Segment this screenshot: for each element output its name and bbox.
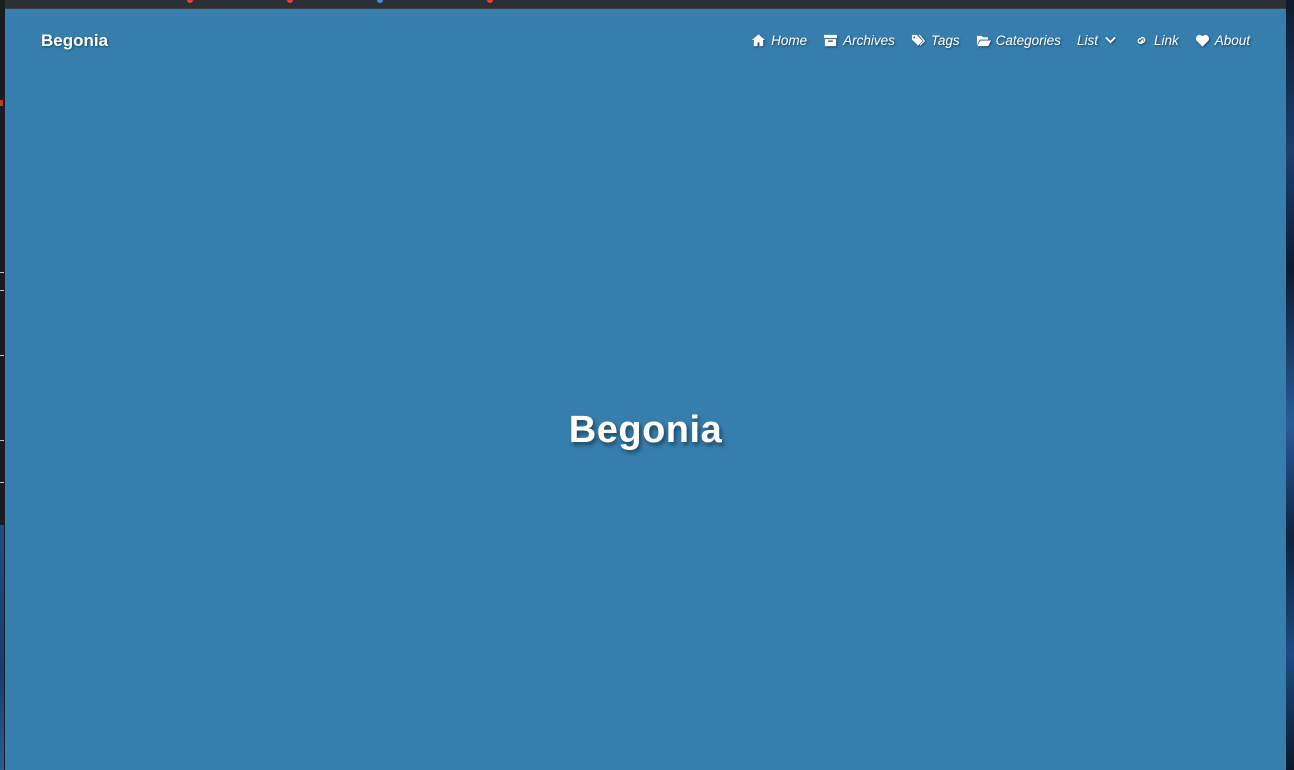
heart-icon xyxy=(1195,33,1210,48)
background-text-fragment xyxy=(0,290,4,291)
background-favicon xyxy=(377,0,383,3)
nav-item-label: Categories xyxy=(995,33,1061,48)
hero-title: Begonia xyxy=(568,409,723,451)
nav-item-label: List xyxy=(1076,33,1098,48)
nav-item-about[interactable]: About xyxy=(1195,33,1250,48)
background-red-mark xyxy=(0,100,3,106)
chevron-down-icon xyxy=(1103,33,1118,48)
tags-icon xyxy=(911,33,926,48)
nav-item-label: Link xyxy=(1153,33,1179,48)
nav-item-label: Home xyxy=(771,33,808,48)
folder-open-icon xyxy=(976,33,991,48)
background-favicon xyxy=(287,0,293,3)
background-window-top-edge xyxy=(5,0,1286,9)
background-text-fragment xyxy=(0,355,4,356)
background-text-fragment xyxy=(0,482,4,483)
blog-page: Begonia Home Archives Tags Categories Li… xyxy=(5,9,1286,770)
nav-item-label: Archives xyxy=(843,33,895,48)
link-icon xyxy=(1134,33,1149,48)
nav-item-label: About xyxy=(1214,33,1250,48)
archive-icon xyxy=(823,33,838,48)
background-favicon xyxy=(487,0,493,3)
nav-item-categories[interactable]: Categories xyxy=(976,33,1061,48)
nav-item-label: Tags xyxy=(930,33,960,48)
home-icon xyxy=(751,33,766,48)
nav-item-list-dropdown[interactable]: List xyxy=(1077,33,1118,48)
background-text-fragment xyxy=(0,440,4,441)
nav-item-tags[interactable]: Tags xyxy=(911,33,960,48)
background-text-fragment xyxy=(0,272,4,273)
site-brand-link[interactable]: Begonia xyxy=(41,31,108,51)
background-favicon xyxy=(187,0,193,3)
background-wallpaper-strip xyxy=(0,525,4,770)
nav-item-link[interactable]: Link xyxy=(1134,33,1179,48)
background-wallpaper-right-edge xyxy=(1286,0,1294,770)
navbar: Begonia Home Archives Tags Categories Li… xyxy=(5,9,1286,73)
main-nav: Home Archives Tags Categories List Link … xyxy=(751,33,1250,48)
nav-item-archives[interactable]: Archives xyxy=(823,33,895,48)
nav-item-home[interactable]: Home xyxy=(751,33,807,48)
